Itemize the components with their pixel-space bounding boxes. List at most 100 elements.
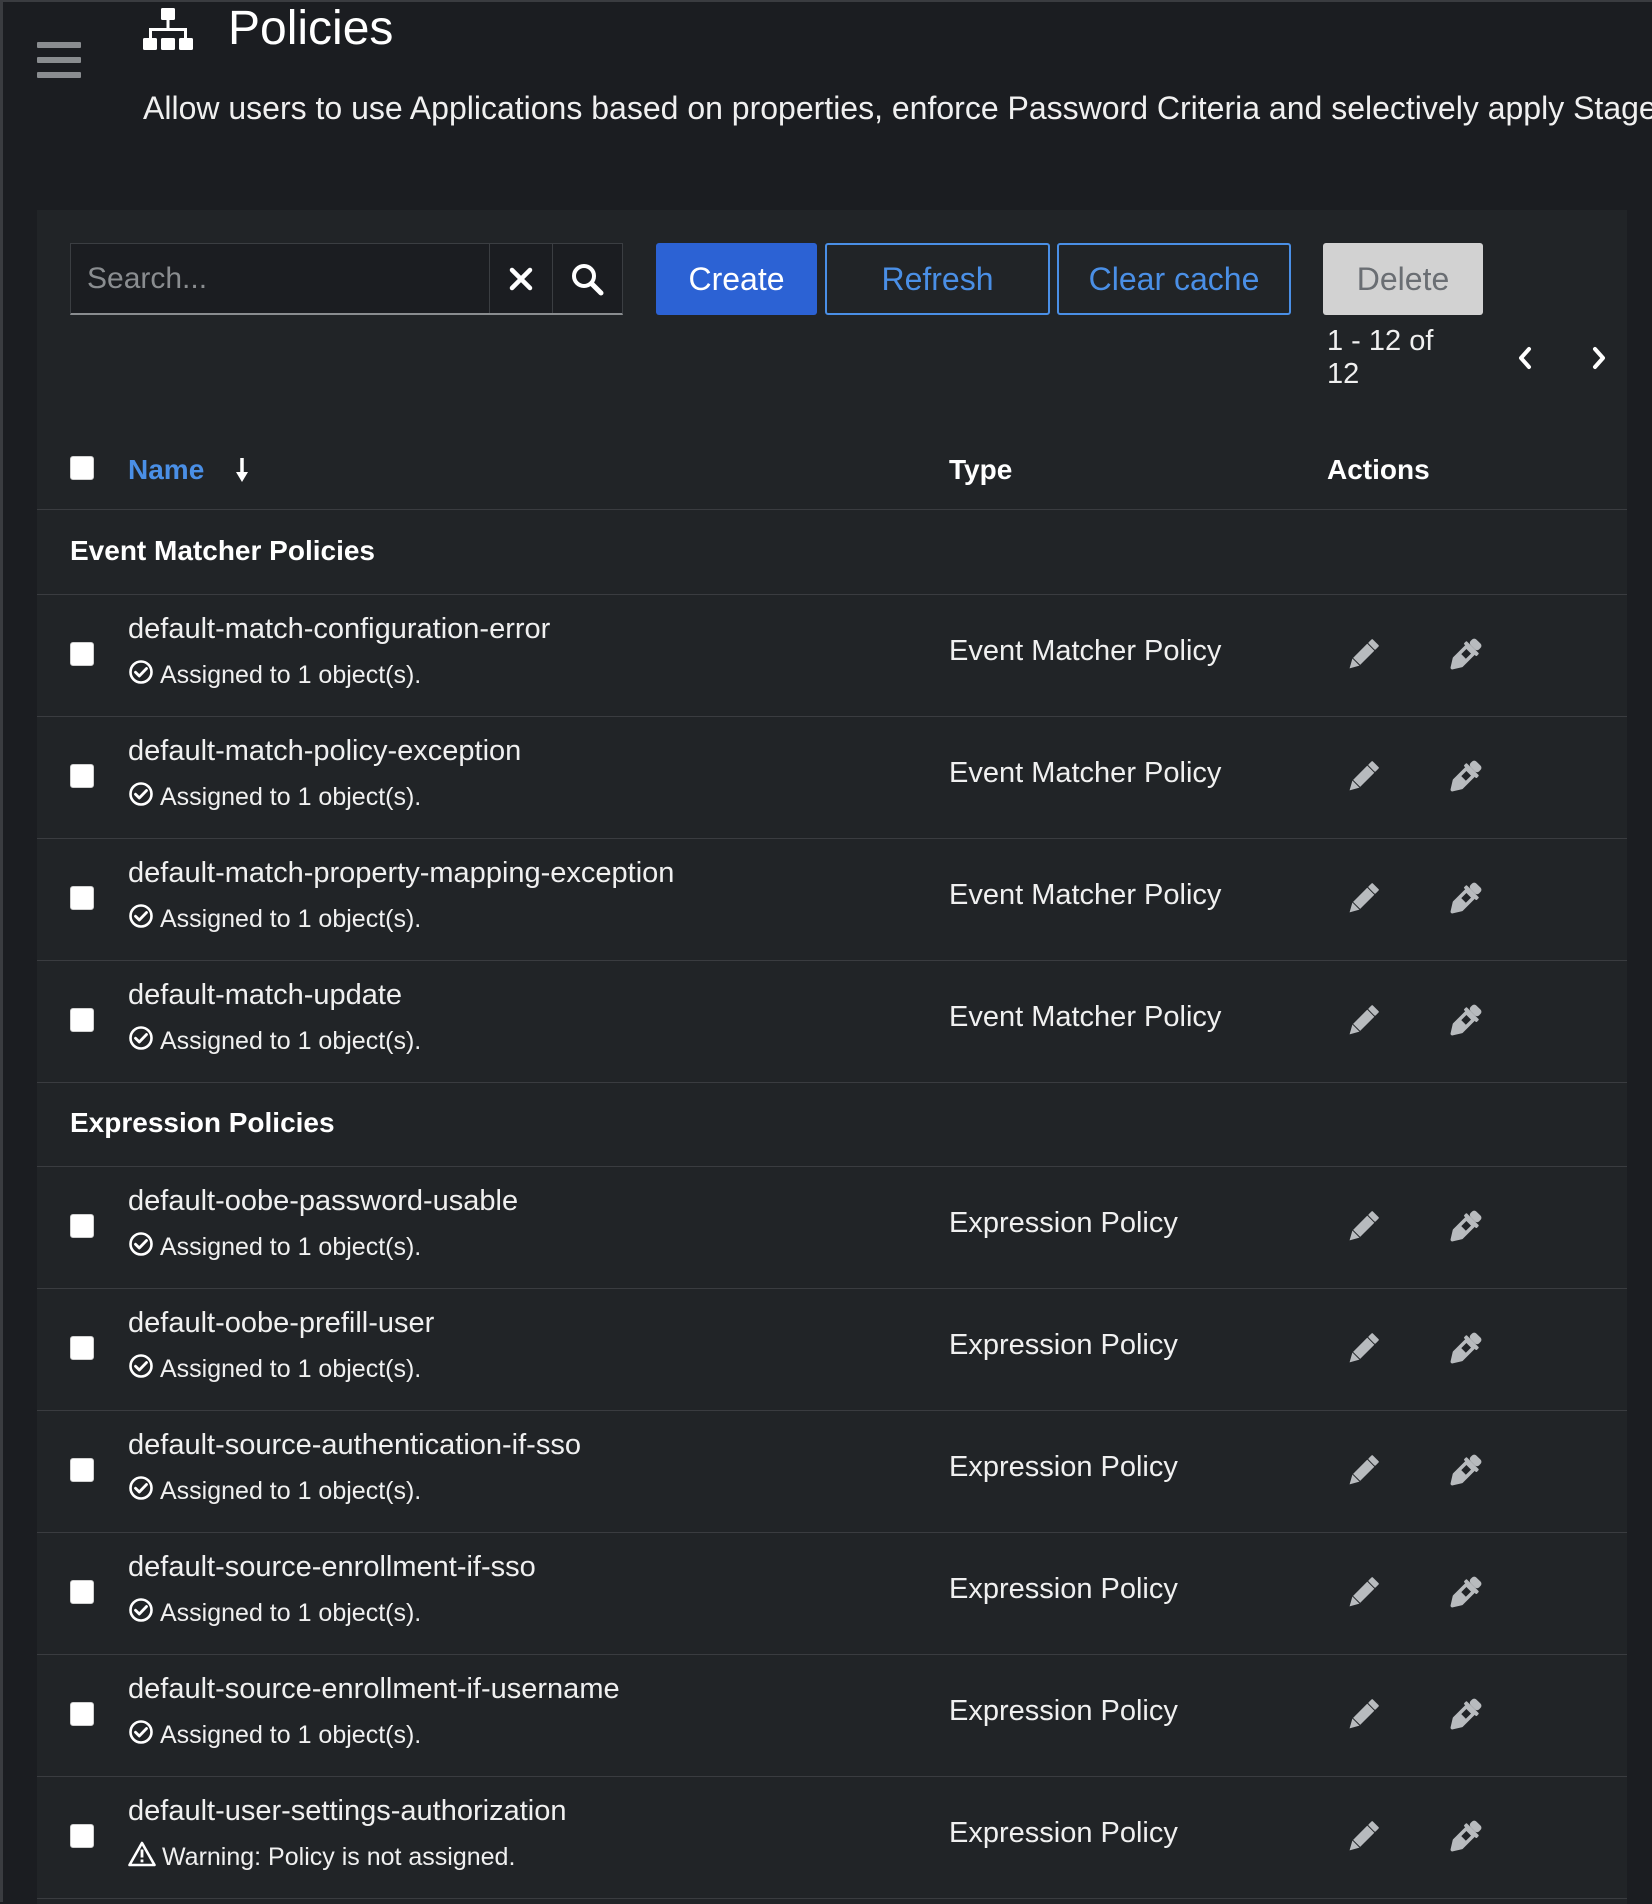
test-button[interactable] [1443,999,1487,1043]
column-header-name[interactable]: Name [128,454,250,486]
check-circle-icon [128,1025,160,1058]
row-checkbox[interactable] [70,886,94,910]
row-checkbox[interactable] [70,1702,94,1726]
delete-button[interactable]: Delete [1323,243,1483,315]
row-checkbox[interactable] [70,1824,94,1848]
page-description: Allow users to use Applications based on… [143,90,1652,126]
hamburger-menu-icon[interactable] [37,42,81,82]
check-circle-icon [128,1597,160,1630]
policy-name[interactable]: default-user-settings-authorization [128,1795,566,1828]
column-header-type: Type [949,454,1013,485]
status-text: Warning: Policy is not assigned. [162,1843,516,1871]
eyedropper-icon [1450,1698,1482,1730]
policy-type: Expression Policy [949,1817,1178,1849]
edit-button[interactable] [1341,877,1385,921]
search-input[interactable] [71,244,489,313]
edit-button[interactable] [1341,1815,1385,1859]
edit-button[interactable] [1341,1693,1385,1737]
policy-name[interactable]: default-source-authentication-if-sso [128,1429,581,1462]
test-button[interactable] [1443,1571,1487,1615]
create-button[interactable]: Create [656,243,817,315]
policy-name[interactable]: default-match-policy-exception [128,735,521,768]
test-button[interactable] [1443,1205,1487,1249]
table-row: default-source-authentication-if-sso Ass… [37,1411,1627,1533]
pencil-icon [1349,639,1379,669]
policy-type: Expression Policy [949,1695,1178,1727]
pencil-icon [1349,1699,1379,1729]
edit-button[interactable] [1341,1327,1385,1371]
column-header-name-label: Name [128,454,205,485]
eyedropper-icon [1450,882,1482,914]
edit-button[interactable] [1341,1571,1385,1615]
policy-name[interactable]: default-match-update [128,979,402,1012]
sitemap-icon [143,8,193,50]
row-checkbox[interactable] [70,1336,94,1360]
pencil-icon [1349,1211,1379,1241]
test-button[interactable] [1443,877,1487,921]
table-header: Name Type Actions [37,428,1627,510]
test-button[interactable] [1443,1327,1487,1371]
test-button[interactable] [1443,755,1487,799]
clear-search-button[interactable] [489,244,552,313]
row-checkbox[interactable] [70,764,94,788]
check-circle-icon [128,659,160,692]
policy-name[interactable]: default-oobe-password-usable [128,1185,518,1218]
pencil-icon [1349,1333,1379,1363]
edit-button[interactable] [1341,999,1385,1043]
row-checkbox[interactable] [70,1008,94,1032]
policy-name[interactable]: default-match-property-mapping-exception [128,857,674,890]
pagination: 1 - 12 of 12 [1327,325,1627,390]
edit-button[interactable] [1341,633,1385,677]
eyedropper-icon [1450,638,1482,670]
policies-table-card: Create Refresh Clear cache Delete 1 - 12… [37,210,1627,1904]
policy-type: Expression Policy [949,1329,1178,1361]
table-row: default-match-configuration-error Assign… [37,595,1627,717]
previous-page-button[interactable] [1497,330,1553,386]
test-button[interactable] [1443,1449,1487,1493]
status-text: Assigned to 1 object(s). [160,1477,422,1505]
table-row: default-source-enrollment-if-username As… [37,1655,1627,1777]
check-circle-icon [128,903,160,936]
warning-triangle-icon [128,1841,162,1874]
eyedropper-icon [1450,1820,1482,1852]
table-row: default-user-settings-authorization Warn… [37,1777,1627,1899]
test-button[interactable] [1443,1815,1487,1859]
next-page-button[interactable] [1571,330,1627,386]
pencil-icon [1349,883,1379,913]
policy-type: Event Matcher Policy [949,879,1222,911]
refresh-button[interactable]: Refresh [825,243,1050,315]
angle-right-icon [1592,347,1605,369]
check-circle-icon [128,1475,160,1508]
eyedropper-icon [1450,760,1482,792]
status-text: Assigned to 1 object(s). [160,1355,422,1383]
policy-name[interactable]: default-oobe-prefill-user [128,1307,434,1340]
pencil-icon [1349,1821,1379,1851]
policy-name[interactable]: default-match-configuration-error [128,613,550,646]
select-all-checkbox[interactable] [70,456,94,480]
policy-status: Assigned to 1 object(s). [128,1597,421,1630]
edit-button[interactable] [1341,755,1385,799]
eyedropper-icon [1450,1576,1482,1608]
search-icon [572,263,604,295]
test-button[interactable] [1443,633,1487,677]
row-checkbox[interactable] [70,642,94,666]
row-checkbox[interactable] [70,1458,94,1482]
status-text: Assigned to 1 object(s). [160,1721,422,1749]
clear-cache-button[interactable]: Clear cache [1057,243,1291,315]
policy-type: Event Matcher Policy [949,635,1222,667]
edit-button[interactable] [1341,1449,1385,1493]
row-checkbox[interactable] [70,1214,94,1238]
pencil-icon [1349,1455,1379,1485]
pencil-icon [1349,1577,1379,1607]
policy-status: Assigned to 1 object(s). [128,781,421,814]
edit-button[interactable] [1341,1205,1385,1249]
table-row: default-match-property-mapping-exception… [37,839,1627,961]
search-button[interactable] [551,244,622,313]
row-checkbox[interactable] [70,1580,94,1604]
policy-status: Assigned to 1 object(s). [128,1231,421,1264]
policy-type: Expression Policy [949,1207,1178,1239]
test-button[interactable] [1443,1693,1487,1737]
status-text: Assigned to 1 object(s). [160,1599,422,1627]
policy-name[interactable]: default-source-enrollment-if-sso [128,1551,536,1584]
policy-name[interactable]: default-source-enrollment-if-username [128,1673,620,1706]
